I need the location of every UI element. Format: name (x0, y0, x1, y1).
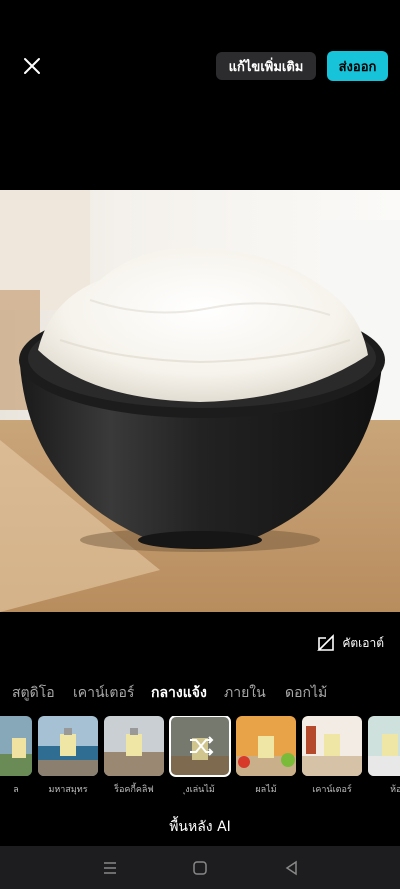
tab-indoor[interactable]: ภายใน (224, 682, 266, 704)
export-button[interactable]: ส่งออก (327, 51, 388, 81)
system-nav-bar (0, 846, 400, 889)
menu-icon (104, 862, 116, 874)
thumbnail-0[interactable] (0, 716, 32, 776)
background-thumbnails: ล มหาสมุทร ร็อคกี้คลิฟ ุงเล่นไม้ ผลไม้ เ… (0, 716, 400, 796)
thumbnail-playground-label: ุงเล่นไม้ (185, 785, 215, 795)
nav-menu-button[interactable] (100, 858, 120, 878)
tab-outdoor[interactable]: กลางแจ้ง (151, 682, 207, 704)
home-icon (193, 861, 207, 875)
thumbnail-counter-label: เคาน์เตอร์ (312, 785, 352, 795)
cutout-button[interactable]: คัตเอาต์ (316, 632, 384, 654)
thumbnail-ocean-label: มหาสมุทร (48, 785, 88, 795)
nav-back-button[interactable] (282, 858, 302, 878)
thumbnail-rocky-cliff-label: ร็อคกี้คลิฟ (114, 785, 154, 795)
tab-counter[interactable]: เคาน์เตอร์ (73, 682, 134, 704)
category-tabs: สตูดิโอ เคาน์เตอร์ กลางแจ้ง ภายใน ดอกไม้ (0, 682, 400, 708)
edit-more-button[interactable]: แก้ไขเพิ่มเติม (216, 52, 316, 80)
cutout-label: คัตเอาต์ (342, 635, 384, 650)
tab-flowers[interactable]: ดอกไม้ (285, 682, 327, 704)
close-icon (24, 58, 40, 74)
back-icon (285, 860, 297, 876)
thumbnail-playground[interactable] (169, 716, 231, 777)
thumbnail-room[interactable] (368, 716, 400, 776)
thumbnail-fruit[interactable] (236, 716, 296, 776)
cutout-icon (317, 634, 335, 651)
tab-studio[interactable]: สตูดิโอ (12, 682, 55, 704)
image-preview[interactable] (0, 190, 400, 612)
thumbnail-counter[interactable] (302, 716, 362, 776)
thumbnail-room-label: ห้อง (390, 785, 400, 795)
close-button[interactable] (18, 52, 46, 80)
thumbnail-ocean[interactable] (38, 716, 98, 776)
ai-background-title: พื้นหลัง AI (169, 819, 231, 835)
top-bar: แก้ไขเพิ่มเติม ส่งออก (0, 0, 400, 120)
nav-home-button[interactable] (190, 858, 210, 878)
thumbnail-fruit-label: ผลไม้ (255, 785, 277, 795)
thumbnail-rocky-cliff[interactable] (104, 716, 164, 776)
